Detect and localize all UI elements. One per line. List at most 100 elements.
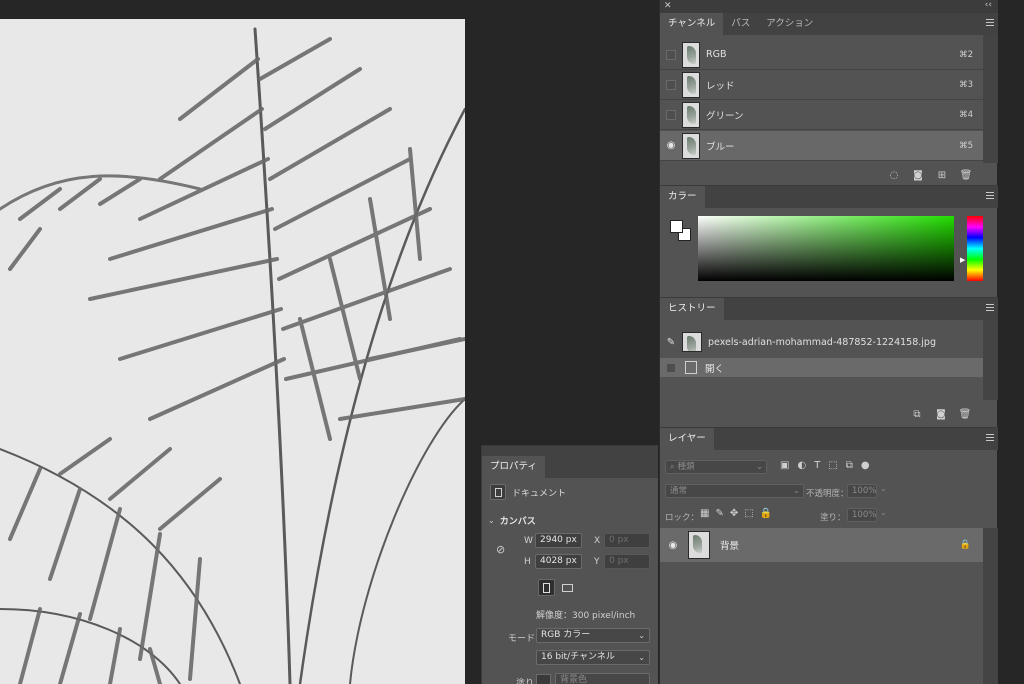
fill-select[interactable]: 背景色 xyxy=(555,673,650,684)
visibility-toggle[interactable] xyxy=(660,100,682,130)
type-filter-icon[interactable]: T xyxy=(814,460,820,471)
tab-properties[interactable]: プロパティ xyxy=(482,456,545,478)
layer-filter-icons: ▣ ◐ T ⬚ ⧉ ● xyxy=(780,460,870,471)
lock-artboard-icon[interactable]: ⬚ xyxy=(744,508,753,519)
channel-shortcut: ⌘3 xyxy=(959,79,973,90)
layer-filter-select[interactable]: ⌕ 種類 ⌄ xyxy=(665,460,767,474)
chevron-down-icon[interactable]: ⌄ xyxy=(880,484,887,493)
channels-tabbar: チャンネル パス アクション xyxy=(660,13,998,35)
foreground-color-swatch[interactable] xyxy=(670,220,683,233)
history-footer: ⧉ ◙ 🗑 xyxy=(911,408,971,420)
canvas-section-label: カンバス xyxy=(499,517,536,527)
tab-layers[interactable]: レイヤー xyxy=(660,428,714,450)
landscape-orientation-button[interactable] xyxy=(559,579,576,596)
chevron-down-icon: ⌄ xyxy=(755,462,763,472)
y-field[interactable]: 0 px xyxy=(604,554,650,569)
dotted-circle-icon[interactable]: ◌ xyxy=(888,169,900,181)
tab-channels[interactable]: チャンネル xyxy=(660,13,724,35)
new-document-from-state-icon[interactable]: ⧉ xyxy=(911,408,923,420)
lock-image-pixels-icon[interactable]: ✎ xyxy=(715,508,723,519)
channels-panel: チャンネル パス アクション RGB ⌘2 レッド ⌘3 グリーン ⌘4 ◉ ブ… xyxy=(660,13,998,185)
w-label: W xyxy=(524,536,533,546)
tab-history[interactable]: ヒストリー xyxy=(660,298,724,320)
history-source-box[interactable] xyxy=(660,362,682,373)
portrait-orientation-button[interactable] xyxy=(538,579,555,596)
channel-name: レッド xyxy=(706,80,735,92)
layer-filter-value: 種類 xyxy=(677,462,695,472)
fill-select-value: 背景色 xyxy=(560,675,588,684)
save-selection-icon[interactable]: ◙ xyxy=(912,169,924,181)
channel-name: グリーン xyxy=(706,110,744,122)
fill-field[interactable]: 100% xyxy=(847,508,877,522)
panel-menu-icon[interactable] xyxy=(986,192,994,200)
opacity-field[interactable]: 100% xyxy=(847,484,877,498)
blend-mode-value: 通常 xyxy=(670,486,688,496)
fill-label: 塗り xyxy=(516,679,535,684)
link-dimensions-icon[interactable]: ⊘ xyxy=(496,543,505,556)
blend-mode-select[interactable]: 通常 ⌄ xyxy=(665,484,804,498)
history-scrollbar[interactable] xyxy=(983,320,998,400)
layer-row[interactable]: ◉ 背景 🔒 xyxy=(660,528,983,562)
trash-icon[interactable]: 🗑 xyxy=(959,408,972,420)
canvas-section-header[interactable]: ⌄ カンバス xyxy=(488,514,536,527)
eye-icon[interactable]: ◉ xyxy=(660,540,686,551)
trash-icon[interactable]: 🗑 xyxy=(960,169,973,181)
lock-all-icon[interactable]: 🔒 xyxy=(760,508,772,519)
camera-icon[interactable]: ◙ xyxy=(935,408,947,420)
document-label: ドキュメント xyxy=(512,488,567,499)
panel-menu-icon[interactable] xyxy=(986,434,994,442)
height-field[interactable]: 4028 px xyxy=(535,554,582,569)
adjustment-filter-icon[interactable]: ◐ xyxy=(797,460,806,471)
history-step[interactable]: 開く xyxy=(660,358,983,377)
filter-toggle-icon[interactable]: ● xyxy=(861,460,870,471)
image-filter-icon[interactable]: ▣ xyxy=(780,460,789,471)
x-label: X xyxy=(594,536,601,546)
channel-row-red[interactable]: レッド ⌘3 xyxy=(660,70,983,100)
channel-name: ブルー xyxy=(706,141,735,153)
panel-menu-icon[interactable] xyxy=(986,19,994,27)
history-step-name: 開く xyxy=(705,363,725,375)
document-canvas[interactable] xyxy=(0,19,465,684)
panel-menu-icon[interactable] xyxy=(986,304,994,312)
channel-shortcut: ⌘4 xyxy=(959,109,973,120)
channel-thumbnail xyxy=(682,101,700,128)
tab-actions[interactable]: アクション xyxy=(758,13,821,35)
channel-row-blue[interactable]: ◉ ブルー ⌘5 xyxy=(660,131,983,161)
chevron-down-icon: ⌄ xyxy=(638,631,645,640)
lock-position-icon[interactable]: ✥ xyxy=(730,508,738,519)
history-brush-icon[interactable]: ✎ xyxy=(660,337,682,348)
hue-slider-handle[interactable]: ▶ xyxy=(960,256,965,264)
document-icon xyxy=(490,484,506,500)
hue-slider[interactable] xyxy=(967,216,983,281)
bit-depth-select[interactable]: 16 bit/チャンネル ⌄ xyxy=(536,650,650,665)
x-field[interactable]: 0 px xyxy=(604,533,650,548)
tab-paths[interactable]: パス xyxy=(723,13,758,35)
eye-icon[interactable]: ◉ xyxy=(660,131,682,161)
chevron-down-icon[interactable]: ⌄ xyxy=(880,508,887,517)
new-channel-icon[interactable]: ⊞ xyxy=(936,169,948,181)
close-icon[interactable]: ✕ xyxy=(664,1,672,11)
fill-color-swatch[interactable] xyxy=(536,674,551,684)
layers-panel: レイヤー ⌕ 種類 ⌄ ▣ ◐ T ⬚ ⧉ ● 通常 ⌄ 不透明度： 100% … xyxy=(660,427,998,684)
channel-row-rgb[interactable]: RGB ⌘2 xyxy=(660,40,983,70)
channel-name: RGB xyxy=(706,49,727,60)
color-picker-field[interactable] xyxy=(698,216,954,281)
smart-object-filter-icon[interactable]: ⧉ xyxy=(846,460,853,471)
right-dock: ✕ ‹‹ チャンネル パス アクション RGB ⌘2 レッド ⌘3 グリーン ⌘… xyxy=(659,0,998,684)
collapse-icon[interactable]: ‹‹ xyxy=(985,0,992,10)
properties-tabbar: プロパティ xyxy=(482,446,658,478)
history-snapshot[interactable]: ✎ pexels-adrian-mohammad-487852-1224158.… xyxy=(660,328,983,356)
document-section: ドキュメント xyxy=(490,484,566,500)
visibility-toggle[interactable] xyxy=(660,40,682,70)
width-field[interactable]: 2940 px xyxy=(535,533,582,548)
visibility-toggle[interactable] xyxy=(660,70,682,100)
fill-label: 塗り： xyxy=(820,513,846,523)
channels-scrollbar[interactable] xyxy=(983,35,998,163)
channel-row-green[interactable]: グリーン ⌘4 xyxy=(660,100,983,130)
tab-color[interactable]: カラー xyxy=(660,186,705,208)
mode-select[interactable]: RGB カラー ⌄ xyxy=(536,628,650,643)
lock-transparent-pixels-icon[interactable]: ▦ xyxy=(700,508,709,519)
channel-shortcut: ⌘5 xyxy=(959,140,973,151)
shape-filter-icon[interactable]: ⬚ xyxy=(828,460,837,471)
layers-scrollbar[interactable] xyxy=(983,528,998,684)
